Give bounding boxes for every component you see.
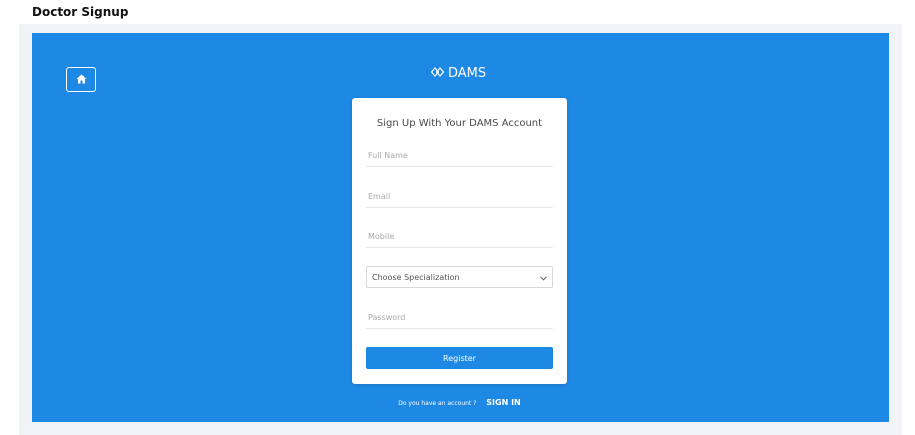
signup-card: Sign Up With Your DAMS Account Choose Sp… xyxy=(352,98,567,384)
password-input[interactable] xyxy=(366,307,553,329)
form-heading: Sign Up With Your DAMS Account xyxy=(376,118,543,129)
chevron-down-icon xyxy=(540,268,547,286)
mobile-input[interactable] xyxy=(366,226,553,248)
home-icon xyxy=(76,71,87,89)
brand-name: DAMS xyxy=(448,66,487,81)
signin-prompt-text: Do you have an account ? xyxy=(398,400,477,407)
signin-link[interactable]: SIGN IN xyxy=(486,398,520,407)
register-button[interactable]: Register xyxy=(366,347,553,369)
page-title: Doctor Signup xyxy=(32,5,129,19)
brand-logo: DAMS xyxy=(430,66,487,81)
home-button[interactable] xyxy=(66,67,96,92)
full-name-input[interactable] xyxy=(366,145,553,167)
specialization-selected-value: Choose Specialization xyxy=(372,272,460,282)
signin-prompt-row: Do you have an account ? SIGN IN xyxy=(352,398,567,407)
diamond-logo-icon xyxy=(430,66,445,81)
specialization-select[interactable]: Choose Specialization xyxy=(366,266,553,288)
email-input[interactable] xyxy=(366,186,553,208)
